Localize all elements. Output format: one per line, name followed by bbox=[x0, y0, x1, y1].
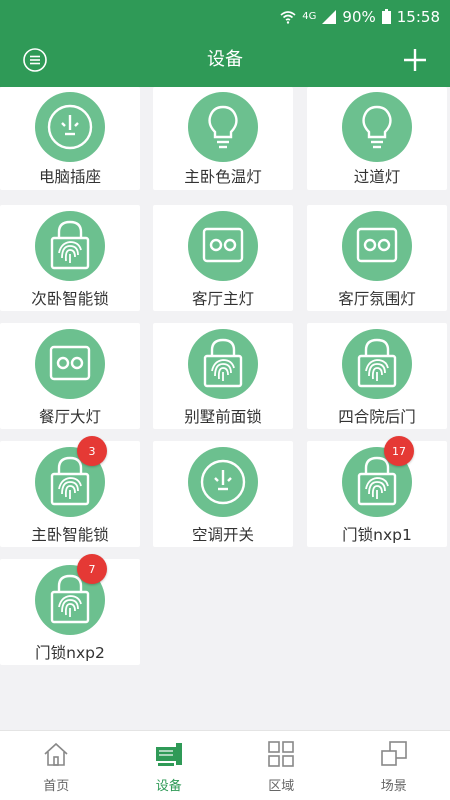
signal-icon bbox=[322, 9, 337, 24]
tab-device[interactable]: 设备 bbox=[113, 731, 226, 800]
tab-label: 设备 bbox=[155, 779, 182, 794]
device-tile[interactable]: 主卧色温灯 bbox=[153, 87, 293, 190]
tab-grid[interactable]: 区域 bbox=[225, 731, 338, 800]
fingerprint-lock-icon bbox=[188, 329, 258, 399]
light-bulb-icon bbox=[342, 92, 412, 162]
page-title: 设备 bbox=[207, 49, 243, 70]
device-label: 门锁nxp2 bbox=[35, 644, 105, 662]
device-icon bbox=[154, 739, 184, 769]
device-tile[interactable]: 主卧智能锁 3 bbox=[0, 436, 140, 547]
tab-label: 场景 bbox=[380, 779, 407, 794]
device-label: 主卧智能锁 bbox=[31, 526, 109, 544]
device-label: 电脑插座 bbox=[38, 168, 101, 186]
device-label: 餐厅大灯 bbox=[38, 408, 101, 426]
device-label: 空调开关 bbox=[191, 526, 254, 544]
device-label: 别墅前面锁 bbox=[184, 408, 262, 426]
device-tile[interactable]: 四合院后门 bbox=[307, 323, 447, 429]
device-tile[interactable]: 客厅氛围灯 bbox=[307, 205, 447, 311]
grid-icon bbox=[266, 739, 296, 769]
device-tile[interactable]: 空调开关 bbox=[153, 441, 293, 547]
device-label: 次卧智能锁 bbox=[31, 290, 109, 308]
add-device-button[interactable] bbox=[402, 47, 428, 73]
status-bar: 4G 90% 15:58 bbox=[0, 0, 450, 33]
device-label: 客厅主灯 bbox=[191, 290, 254, 308]
device-label: 客厅氛围灯 bbox=[338, 290, 416, 308]
network-type: 4G bbox=[302, 11, 317, 22]
wifi-icon bbox=[280, 10, 296, 24]
bottom-tab-bar: 首页 设备 区域 场景 bbox=[0, 730, 450, 800]
device-label: 主卧色温灯 bbox=[184, 168, 262, 186]
scene-icon bbox=[379, 739, 409, 769]
battery-percent: 90% bbox=[342, 7, 376, 26]
tab-label: 区域 bbox=[268, 779, 295, 794]
tab-label: 首页 bbox=[43, 779, 70, 794]
device-tile[interactable]: 客厅主灯 bbox=[153, 205, 293, 311]
device-tile[interactable]: 过道灯 bbox=[307, 87, 447, 190]
device-tile[interactable]: 次卧智能锁 bbox=[0, 205, 140, 311]
device-label: 门锁nxp1 bbox=[342, 526, 412, 544]
fingerprint-lock-icon bbox=[35, 211, 105, 281]
device-tile[interactable]: 电脑插座 bbox=[0, 87, 140, 190]
wall-switch-icon bbox=[188, 211, 258, 281]
power-socket-icon bbox=[188, 447, 258, 517]
light-bulb-icon bbox=[188, 92, 258, 162]
clock: 15:58 bbox=[396, 7, 440, 26]
tab-home[interactable]: 首页 bbox=[0, 731, 113, 800]
device-label: 四合院后门 bbox=[338, 408, 416, 426]
wall-switch-icon bbox=[35, 329, 105, 399]
wall-switch-icon bbox=[342, 211, 412, 281]
power-socket-icon bbox=[35, 92, 105, 162]
unread-count-badge: 7 bbox=[77, 554, 107, 584]
app-bar: 设备 bbox=[0, 33, 450, 87]
unread-count-badge: 3 bbox=[77, 436, 107, 466]
battery-icon bbox=[381, 9, 391, 24]
unread-count-badge: 17 bbox=[384, 436, 414, 466]
device-tile[interactable]: 门锁nxp2 7 bbox=[0, 554, 140, 665]
tab-scene[interactable]: 场景 bbox=[338, 731, 450, 800]
device-tile[interactable]: 门锁nxp1 17 bbox=[307, 436, 447, 547]
fingerprint-lock-icon bbox=[342, 329, 412, 399]
home-icon bbox=[41, 739, 71, 769]
device-grid: 电脑插座 主卧色温灯 过道灯次卧智能锁 客厅主灯 客厅氛围灯餐厅大灯 别墅前面锁 四合院后门… bbox=[0, 87, 450, 730]
device-tile[interactable]: 餐厅大灯 bbox=[0, 323, 140, 429]
device-label: 过道灯 bbox=[353, 168, 401, 186]
device-tile[interactable]: 别墅前面锁 bbox=[153, 323, 293, 429]
plus-icon bbox=[404, 49, 426, 71]
